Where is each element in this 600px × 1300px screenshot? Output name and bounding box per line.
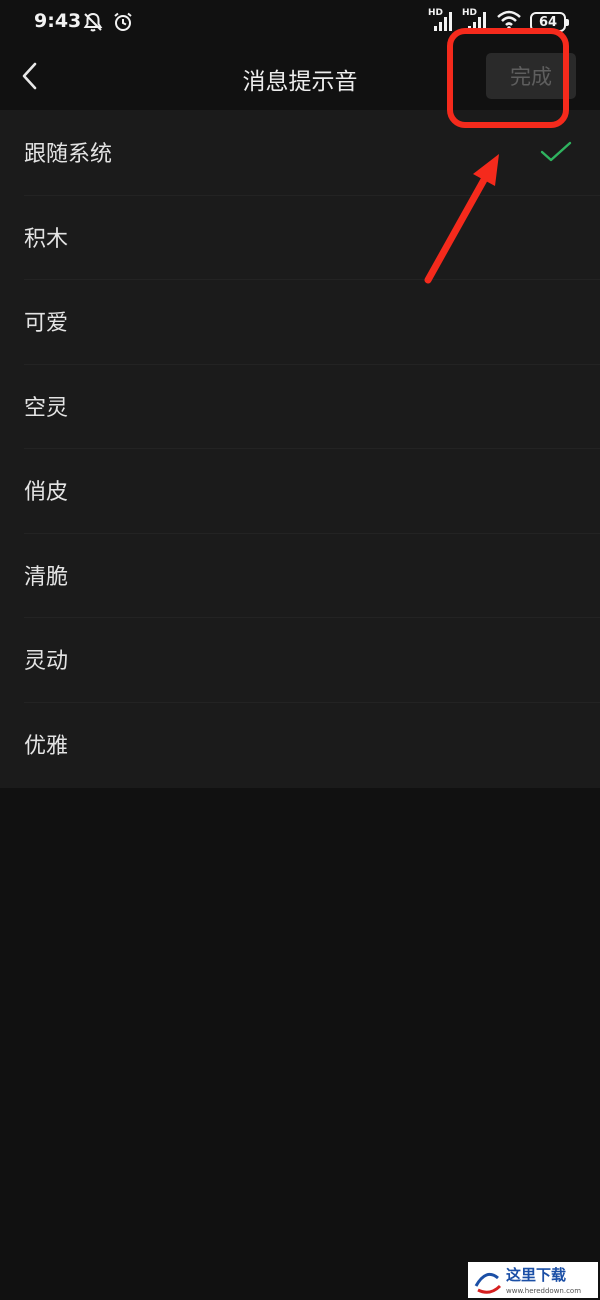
status-left-icons: [82, 11, 134, 37]
watermark-text: 这里下载: [506, 1266, 566, 1284]
tone-item-playful[interactable]: 俏皮: [0, 448, 600, 533]
tone-item-elegant[interactable]: 优雅: [0, 701, 600, 787]
tone-item-ethereal[interactable]: 空灵: [0, 363, 600, 449]
tone-item-crisp[interactable]: 清脆: [0, 532, 600, 618]
tone-label: 清脆: [24, 564, 69, 590]
signal-icon: HD: [428, 8, 454, 33]
tone-label: 俏皮: [24, 480, 69, 506]
status-time: 9:43: [34, 10, 82, 32]
alarm-icon: [112, 11, 134, 37]
watermark-url: www.hereddown.com: [506, 1287, 581, 1295]
watermark-logo: 这里下载 www.hereddown.com: [468, 1262, 598, 1298]
tone-label: 积木: [24, 226, 69, 252]
tone-label: 空灵: [24, 395, 69, 421]
bell-muted-icon: [82, 11, 104, 37]
tone-label: 优雅: [24, 733, 69, 759]
tone-label: 可爱: [24, 311, 69, 337]
tone-item-cute[interactable]: 可爱: [0, 279, 600, 364]
annotation-arrow-icon: [424, 154, 499, 284]
screen: 9:43 HD HD 64 消息提示音 完成 跟随系统 积木 可爱 空灵 俏皮 …: [0, 0, 600, 1300]
tone-label: 灵动: [24, 649, 69, 675]
check-icon: [540, 141, 572, 162]
tone-label: 跟随系统: [24, 142, 113, 168]
tone-item-lively[interactable]: 灵动: [0, 617, 600, 702]
annotation-highlight-box: [447, 28, 569, 128]
